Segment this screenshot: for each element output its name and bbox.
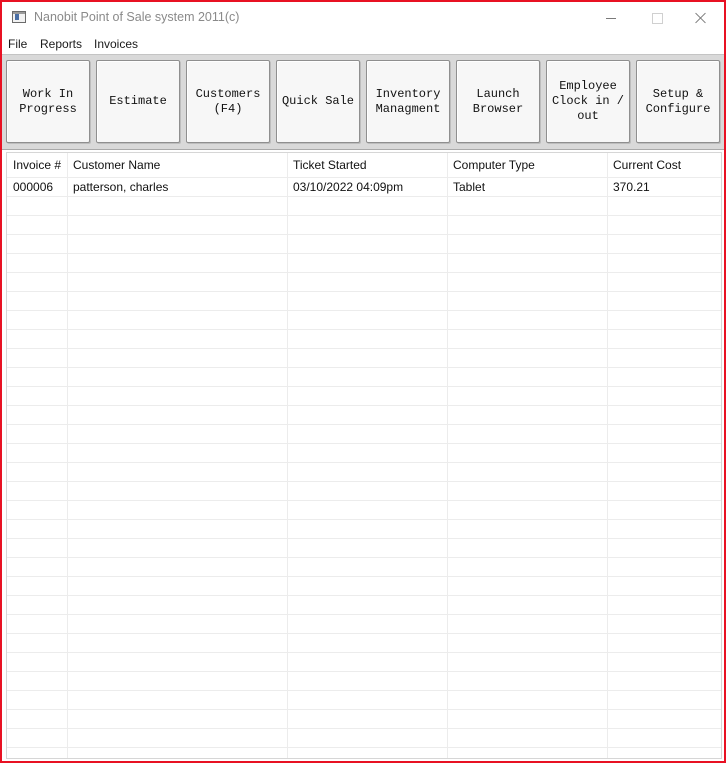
row-divider [7, 728, 721, 729]
toolbar: Work In Progress Estimate Customers (F4)… [2, 54, 724, 150]
menu-file[interactable]: File [8, 37, 27, 51]
row-divider [7, 196, 721, 197]
row-divider [7, 652, 721, 653]
row-divider [7, 538, 721, 539]
column-header-current-cost[interactable]: Current Cost [613, 158, 681, 172]
estimate-button[interactable]: Estimate [96, 60, 180, 143]
menu-reports[interactable]: Reports [40, 37, 82, 51]
close-button[interactable] [678, 2, 724, 34]
employee-clock-button[interactable]: Employee Clock in / out [546, 60, 630, 143]
column-header-customer[interactable]: Customer Name [73, 158, 160, 172]
row-divider [7, 424, 721, 425]
row-divider [7, 462, 721, 463]
column-divider [607, 153, 608, 758]
row-divider [7, 405, 721, 406]
minimize-icon [606, 17, 616, 19]
column-divider [287, 153, 288, 758]
row-divider [7, 747, 721, 748]
row-divider [7, 443, 721, 444]
app-icon [12, 11, 26, 23]
maximize-icon [651, 12, 663, 24]
inventory-management-button[interactable]: Inventory Managment [366, 60, 450, 143]
title-bar[interactable]: Nanobit Point of Sale system 2011(c) [2, 2, 724, 34]
row-divider [7, 272, 721, 273]
row-divider [7, 386, 721, 387]
column-header-computer-type[interactable]: Computer Type [453, 158, 535, 172]
row-divider [7, 595, 721, 596]
app-window: Nanobit Point of Sale system 2011(c) Fil… [0, 0, 726, 763]
row-divider [7, 348, 721, 349]
maximize-button[interactable] [634, 2, 680, 34]
table-header: Invoice # Customer Name Ticket Started C… [7, 153, 721, 177]
row-divider [7, 671, 721, 672]
menu-invoices[interactable]: Invoices [94, 37, 138, 51]
row-divider [7, 481, 721, 482]
window-title: Nanobit Point of Sale system 2011(c) [34, 10, 240, 24]
table-row[interactable]: 000006 patterson, charles 03/10/2022 04:… [7, 177, 721, 196]
column-divider [67, 153, 68, 758]
row-divider [7, 291, 721, 292]
column-header-ticket-started[interactable]: Ticket Started [293, 158, 367, 172]
row-divider [7, 253, 721, 254]
quick-sale-button[interactable]: Quick Sale [276, 60, 360, 143]
row-divider [7, 310, 721, 311]
column-header-invoice[interactable]: Invoice # [13, 158, 61, 172]
cell-current-cost: 370.21 [613, 180, 650, 194]
setup-configure-button[interactable]: Setup & Configure [636, 60, 720, 143]
cell-computer-type: Tablet [453, 180, 486, 194]
menu-bar: File Reports Invoices [2, 34, 724, 54]
row-divider [7, 614, 721, 615]
cell-invoice: 000006 [13, 180, 54, 194]
minimize-button[interactable] [588, 2, 634, 34]
row-divider [7, 576, 721, 577]
close-icon [695, 12, 707, 24]
row-divider [7, 519, 721, 520]
cell-customer: patterson, charles [73, 180, 169, 194]
row-divider [7, 633, 721, 634]
invoice-table[interactable]: Invoice # Customer Name Ticket Started C… [6, 152, 722, 759]
work-in-progress-button[interactable]: Work In Progress [6, 60, 90, 143]
column-divider [447, 153, 448, 758]
row-divider [7, 500, 721, 501]
row-divider [7, 329, 721, 330]
customers-button[interactable]: Customers (F4) [186, 60, 270, 143]
launch-browser-button[interactable]: Launch Browser [456, 60, 540, 143]
cell-ticket-started: 03/10/2022 04:09pm [293, 180, 404, 194]
row-divider [7, 690, 721, 691]
row-divider [7, 367, 721, 368]
row-divider [7, 709, 721, 710]
row-divider [7, 215, 721, 216]
row-divider [7, 234, 721, 235]
row-divider [7, 557, 721, 558]
